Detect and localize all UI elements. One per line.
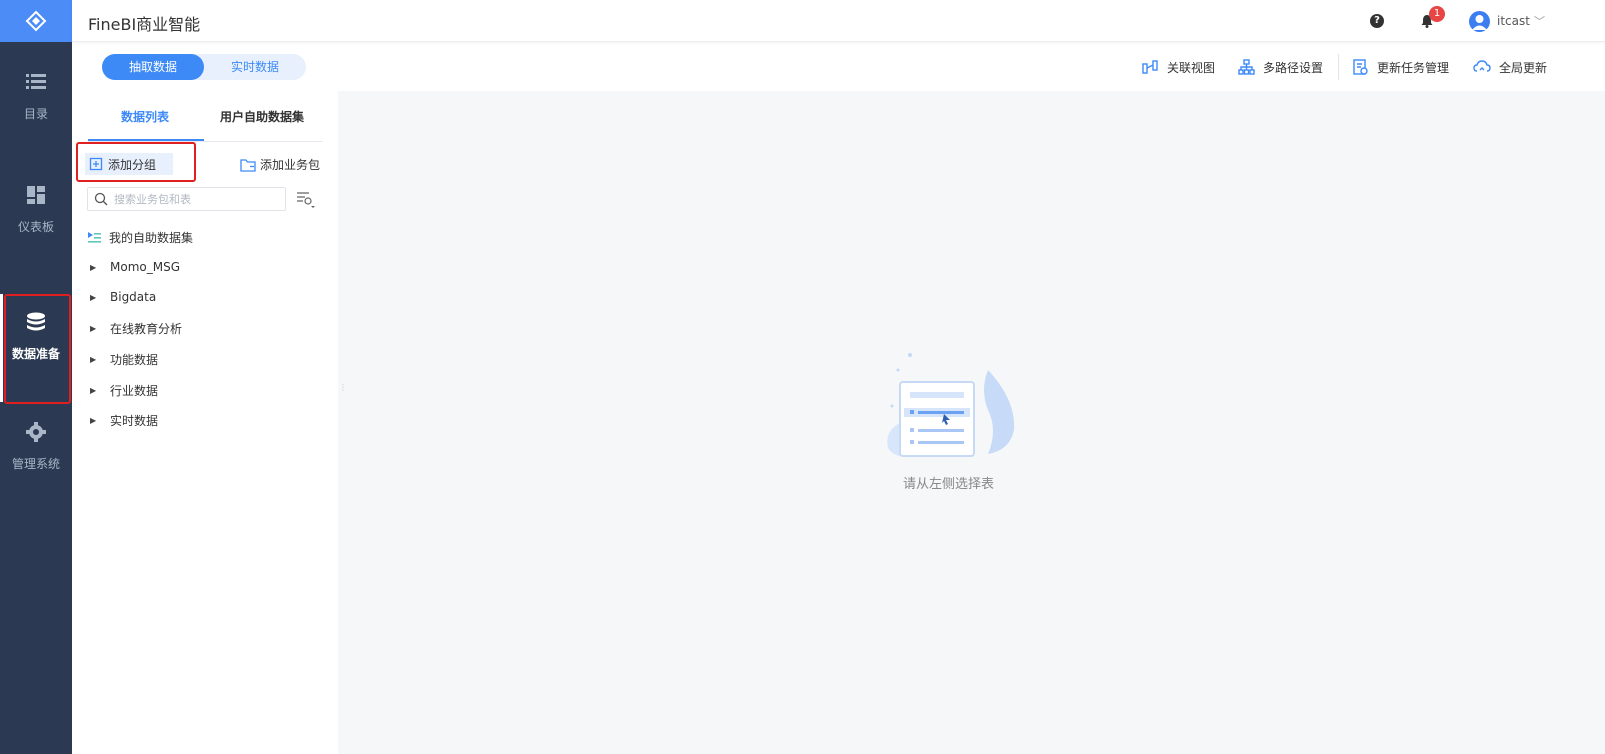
nav-item-dashboard[interactable]: 仪表板 (0, 155, 72, 263)
nav-item-admin[interactable]: 管理系统 (0, 392, 72, 500)
nav-item-label: 管理系统 (11, 456, 60, 471)
expand-triangle-icon[interactable]: ▶ (90, 263, 100, 272)
update-task-label: 更新任务管理 (1377, 60, 1450, 75)
app-title: FineBI商业智能 (88, 15, 201, 34)
tree-item-group[interactable]: ▶ Bigdata (88, 290, 156, 304)
relation-view-button[interactable]: 关联视图 (1142, 58, 1215, 76)
dashboard-icon (27, 185, 45, 204)
task-icon (1353, 59, 1368, 75)
chevron-down-icon[interactable]: ﹀ (1534, 13, 1545, 29)
tree-item-label: 功能数据 (110, 353, 159, 367)
active-tab-underline (88, 139, 204, 141)
tree-item-label: 我的自助数据集 (109, 231, 194, 245)
top-header: FineBI商业智能 ? 1 itcast ﹀ (72, 0, 1605, 42)
empty-state-illustration (887, 353, 1015, 457)
highlight-box-add-group (76, 142, 196, 182)
mode-extract-button[interactable]: 抽取数据 (102, 54, 204, 80)
nav-item-label: 目录 (23, 106, 48, 121)
tab-user-datasets[interactable]: 用户自助数据集 (220, 108, 304, 125)
search-input[interactable] (114, 192, 274, 206)
expand-triangle-icon[interactable]: ▶ (90, 416, 100, 425)
add-package-label: 添加业务包 (260, 158, 321, 172)
tree-item-group[interactable]: ▶ 功能数据 (88, 351, 158, 368)
tree-item-label: 在线教育分析 (110, 322, 183, 336)
expand-triangle-icon[interactable]: ▶ (90, 293, 100, 302)
tree-item-group[interactable]: ▶ 实时数据 (88, 412, 158, 429)
tree-item-label: Bigdata (110, 290, 157, 304)
tree-item-label: 实时数据 (110, 414, 159, 428)
tree-item-my-datasets[interactable]: 我的自助数据集 (88, 229, 193, 246)
multipath-settings-label: 多路径设置 (1263, 60, 1324, 75)
add-package-button[interactable]: 添加业务包 (240, 156, 320, 173)
filter-icon[interactable] (296, 191, 316, 209)
list-icon (26, 73, 46, 89)
gear-icon (26, 421, 46, 442)
side-navigation: 目录 仪表板 数据准备 管理系统 (0, 0, 72, 754)
toolbar-divider (1338, 54, 1339, 80)
tree-item-group[interactable]: ▶ 在线教育分析 (88, 320, 182, 337)
expand-triangle-icon[interactable]: ▶ (90, 355, 100, 364)
help-icon[interactable]: ? (1370, 14, 1384, 28)
add-package-icon (240, 158, 256, 172)
empty-state-text: 请从左侧选择表 (903, 477, 995, 492)
expand-triangle-icon[interactable]: ▶ (90, 324, 100, 333)
relation-icon (1142, 60, 1158, 74)
notification-badge: 1 (1429, 6, 1445, 22)
search-icon (94, 192, 108, 206)
tree-item-group[interactable]: ▶ 行业数据 (88, 382, 158, 399)
relation-view-label: 关联视图 (1167, 60, 1216, 75)
tree-item-label: 行业数据 (110, 384, 159, 398)
avatar[interactable] (1469, 11, 1490, 32)
tab-data-list[interactable]: 数据列表 (121, 108, 169, 125)
global-update-button[interactable]: 全局更新 (1473, 58, 1547, 76)
tree-item-label: Momo_MSG (110, 260, 180, 274)
highlight-box-nav (4, 294, 71, 404)
multipath-settings-button[interactable]: 多路径设置 (1238, 58, 1323, 76)
global-update-label: 全局更新 (1499, 60, 1548, 75)
username[interactable]: itcast (1497, 14, 1530, 28)
cloud-refresh-icon (1473, 60, 1491, 72)
nav-item-label: 仪表板 (17, 219, 54, 234)
app-logo[interactable] (0, 0, 72, 42)
hierarchy-icon (1238, 59, 1255, 75)
mode-realtime-button[interactable]: 实时数据 (204, 54, 306, 80)
update-task-button[interactable]: 更新任务管理 (1352, 58, 1449, 76)
mode-switch: 抽取数据 实时数据 (102, 54, 306, 80)
dataset-icon (88, 231, 101, 243)
logo-icon (25, 10, 47, 32)
tree-item-group[interactable]: ▶ Momo_MSG (88, 260, 180, 274)
expand-triangle-icon[interactable]: ▶ (90, 386, 100, 395)
search-box (87, 187, 286, 211)
user-icon (1472, 15, 1487, 30)
nav-item-catalog[interactable]: 目录 (0, 42, 72, 150)
panel-resize-handle[interactable]: ⋮ (339, 383, 347, 392)
